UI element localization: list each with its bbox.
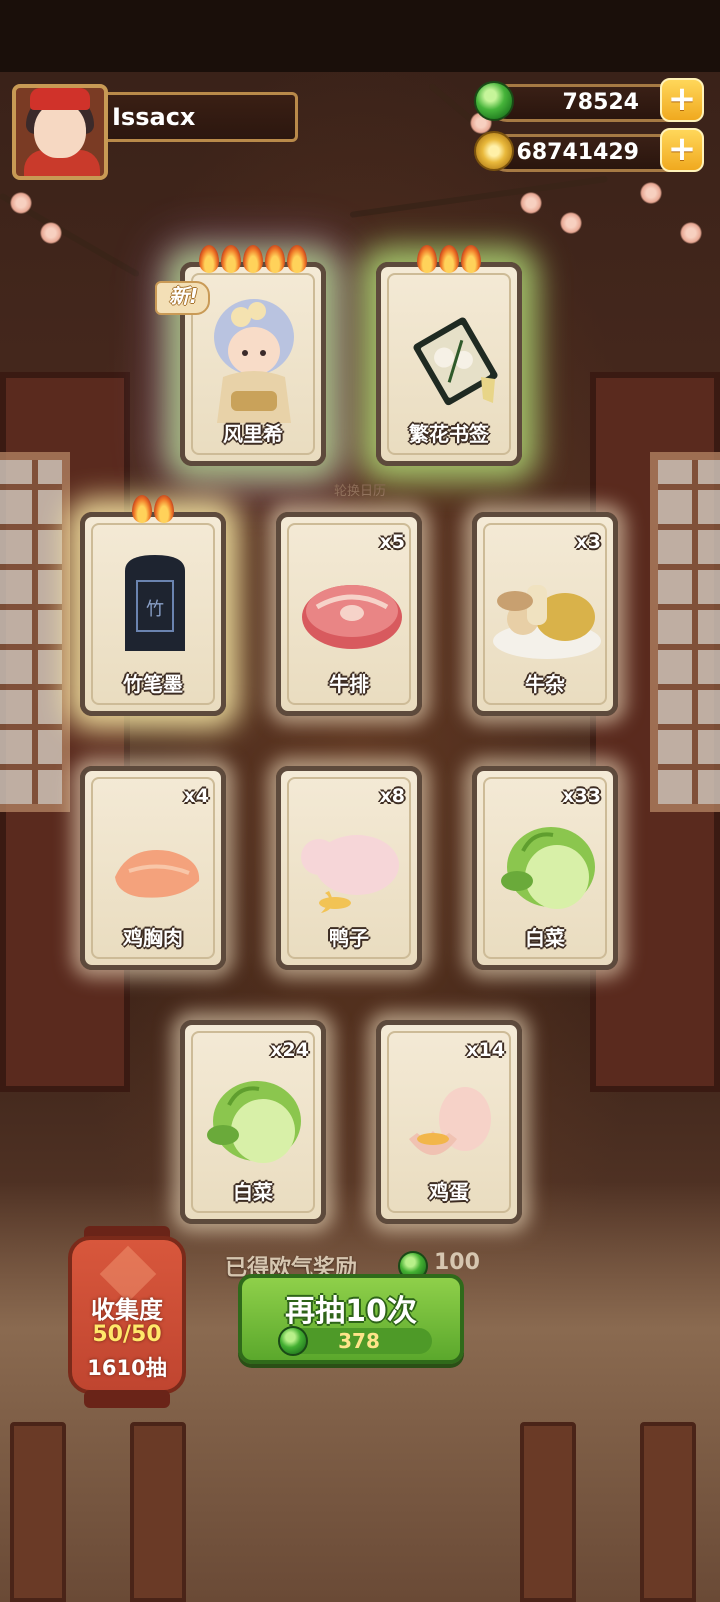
reward-card-ink-stick[interactable]: 竹 竹笔墨 — [80, 495, 226, 716]
left-lattice-window — [0, 452, 70, 812]
card-label: 竹笔墨 — [123, 672, 183, 696]
rarity-flames — [85, 495, 221, 527]
rarity-flames — [381, 245, 517, 277]
cabbage-icon — [501, 827, 595, 909]
collection-lantern[interactable]: 收集度 50/50 1610抽 — [68, 1236, 186, 1394]
card-label: 白菜 — [525, 926, 565, 950]
reward-card-beef-offal[interactable]: x3 牛杂 — [472, 512, 618, 716]
blossom — [680, 222, 702, 244]
item-count: x3 — [575, 531, 601, 553]
flame-icon — [417, 245, 437, 273]
blossom — [10, 192, 32, 214]
blossom — [520, 192, 542, 214]
blossom — [560, 212, 582, 234]
collection-progress: 50/50 — [92, 1322, 162, 1347]
player-avatar[interactable] — [12, 84, 108, 180]
reward-card-cabbage[interactable]: x24 白菜 — [180, 1020, 326, 1224]
blossom — [40, 222, 62, 244]
reward-card-cabbage[interactable]: x33 白菜 — [472, 766, 618, 970]
copper-coin-icon — [474, 131, 514, 171]
egg-icon — [409, 1087, 491, 1155]
chicken-breast-icon — [115, 850, 200, 898]
flame-icon — [243, 245, 263, 273]
flame-icon — [439, 245, 459, 273]
flame-icon — [154, 495, 174, 523]
duck-icon — [301, 835, 399, 913]
reward-card-chicken-breast[interactable]: x4 鸡胸肉 — [80, 766, 226, 970]
collection-title: 收集度 — [91, 1296, 163, 1324]
steak-icon — [302, 585, 402, 649]
add-jade-button[interactable]: + — [660, 78, 704, 122]
reward-card-egg[interactable]: x14 鸡蛋 — [376, 1020, 522, 1224]
reward-card-flower-bookmark[interactable]: 繁花书签 — [376, 245, 522, 466]
card-label: 牛杂 — [525, 672, 565, 696]
flame-icon — [287, 245, 307, 273]
jade-coin-icon — [278, 1326, 308, 1356]
item-count: x8 — [379, 785, 405, 807]
card-label: 鸭子 — [329, 926, 369, 950]
player-name: Issacx — [100, 92, 298, 142]
rarity-flames — [185, 245, 321, 277]
fence-post — [520, 1422, 576, 1602]
cabbage-icon — [207, 1081, 301, 1163]
reward-card-duck[interactable]: x8 鸭子 — [276, 766, 422, 970]
card-label: 繁花书签 — [409, 422, 489, 446]
blossom — [640, 182, 662, 204]
beef-offal-icon — [493, 585, 601, 659]
card-label: 鸡胸肉 — [123, 926, 183, 950]
add-copper-button[interactable]: + — [660, 128, 704, 172]
fence-post — [130, 1422, 186, 1602]
card-label: 鸡蛋 — [429, 1180, 469, 1204]
flame-icon — [221, 245, 241, 273]
item-count: x33 — [562, 785, 601, 807]
card-label: 白菜 — [233, 1180, 273, 1204]
reward-amount: 100 — [434, 1250, 480, 1275]
card-label: 风里希 — [223, 422, 283, 446]
svg-text:竹: 竹 — [146, 599, 164, 620]
fence-post — [640, 1422, 696, 1602]
item-count: x5 — [379, 531, 405, 553]
right-lattice-window — [650, 452, 720, 812]
reward-card-fenglixi[interactable]: 新! 风里希 — [155, 245, 326, 466]
item-count: x4 — [183, 785, 209, 807]
item-count: x24 — [270, 1039, 309, 1061]
card-label: 牛排 — [329, 672, 369, 696]
flame-icon — [461, 245, 481, 273]
flame-icon — [199, 245, 219, 273]
ink-stick-icon: 竹 — [125, 555, 185, 651]
flame-icon — [265, 245, 285, 273]
draw-button-label: 再抽10次 — [285, 1294, 417, 1329]
reward-card-steak[interactable]: x5 牛排 — [276, 512, 422, 716]
total-draws: 1610抽 — [87, 1356, 167, 1380]
flower-bookmark-icon — [413, 317, 498, 406]
fenglixi-character-icon — [214, 299, 294, 423]
item-count: x14 — [466, 1039, 505, 1061]
flame-icon — [132, 495, 152, 523]
lantern-base — [84, 1390, 170, 1408]
fence-post — [10, 1422, 66, 1602]
jade-coin-icon — [474, 81, 514, 121]
new-badge: 新! — [155, 281, 211, 315]
draw-10-again-button[interactable]: 再抽10次 378 — [238, 1274, 464, 1364]
